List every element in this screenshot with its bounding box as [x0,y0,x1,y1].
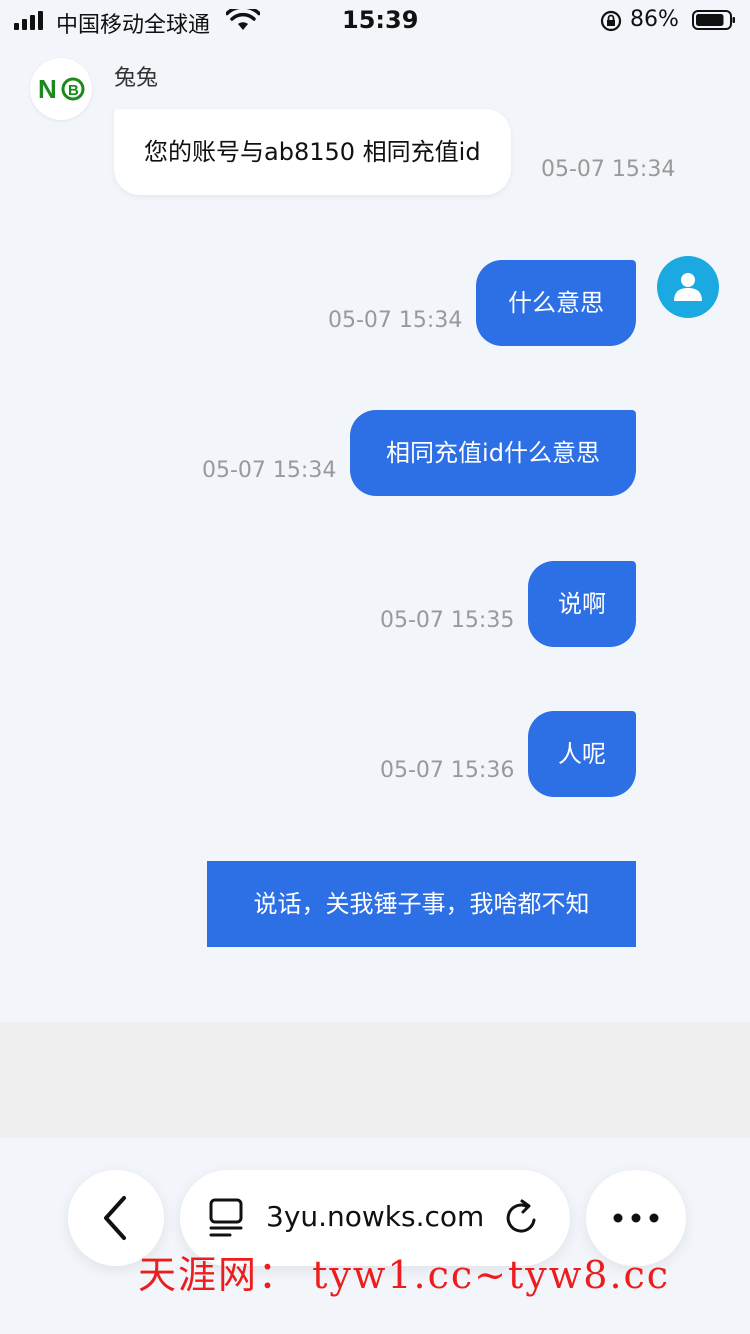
status-bar: 中国移动全球通 15:39 86% [0,0,750,44]
composer-area[interactable] [0,1022,750,1138]
signal-icon [14,11,46,30]
my-avatar[interactable] [657,256,719,318]
url-text: 3yu.nowks.com [266,1200,485,1233]
rotation-lock-icon [600,10,622,32]
svg-text:B: B [68,82,79,99]
browser-toolbar: 3yu.nowks.com [0,1138,750,1334]
incoming-message-bubble[interactable]: 您的账号与ab8150 相同充值id [114,109,511,195]
incoming-message-time: 05-07 15:34 [541,157,676,182]
clock: 15:39 [342,6,419,34]
sender-avatar[interactable]: N B [30,58,92,120]
outgoing-message-time: 05-07 15:34 [202,458,337,483]
reader-mode-icon[interactable] [208,1198,246,1238]
svg-text:N: N [38,74,57,104]
sender-name: 兔兔 [114,66,159,91]
outgoing-message-bubble[interactable]: 说话，关我锤子事，我啥都不知 [207,861,636,947]
brand-logo-icon: N B [38,74,85,104]
outgoing-message-time: 05-07 15:34 [328,308,463,333]
wifi-icon [226,9,260,30]
outgoing-message-bubble[interactable]: 相同充值id什么意思 [350,410,636,496]
outgoing-message-bubble[interactable]: 什么意思 [476,260,636,346]
reload-icon[interactable] [502,1198,542,1238]
battery-icon [692,10,735,30]
watermark-text: 天涯网： tyw1.cc~tyw8.cc [138,1253,671,1297]
outgoing-message-bubble[interactable]: 人呢 [528,711,636,797]
outgoing-message-bubble[interactable]: 说啊 [528,561,636,647]
outgoing-message-time: 05-07 15:36 [380,758,515,783]
outgoing-message-time: 05-07 15:35 [380,608,515,633]
user-icon [674,273,702,301]
carrier-label: 中国移动全球通 [56,13,211,38]
battery-percent: 86% [630,7,679,32]
